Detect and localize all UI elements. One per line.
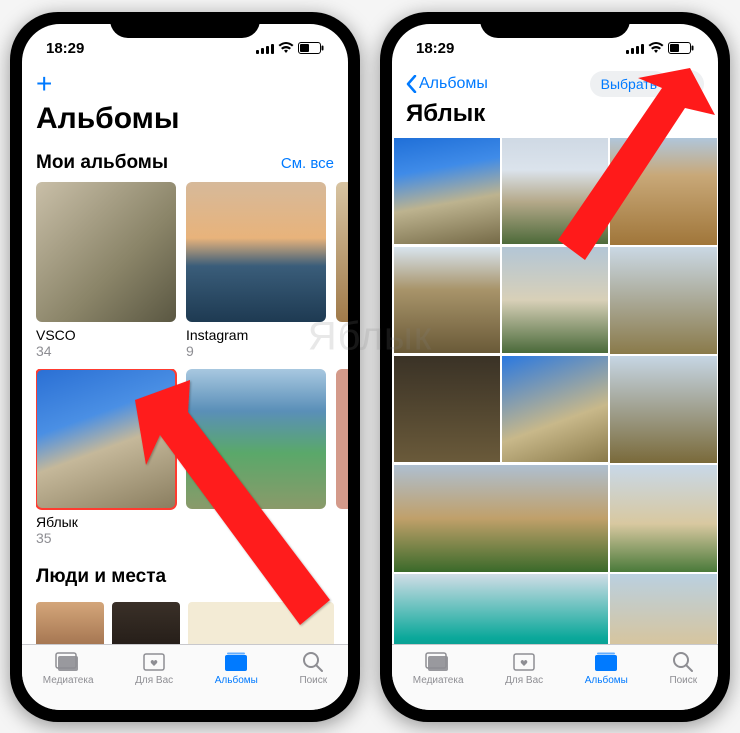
- album-thumb: [336, 182, 348, 322]
- tab-label: Медиатека: [43, 675, 94, 686]
- tab-label: Альбомы: [215, 675, 258, 686]
- photo-grid: [392, 138, 718, 644]
- add-button[interactable]: +: [36, 70, 52, 98]
- tab-label: Для Вас: [505, 675, 543, 686]
- tab-label: Альбомы: [585, 675, 628, 686]
- album-thumb: [36, 182, 176, 322]
- album-thumb: [336, 369, 348, 509]
- section-header-people: Люди и места: [36, 560, 348, 596]
- photo-library-icon: [425, 651, 451, 673]
- ellipsis-icon: [683, 82, 697, 86]
- albums-icon: [593, 651, 619, 673]
- phone-right: 18:29 Альбомы Выбрать: [380, 12, 730, 722]
- tab-label: Поиск: [299, 675, 327, 686]
- heart-icon: [141, 651, 167, 673]
- status-time: 18:29: [416, 40, 454, 57]
- tab-library[interactable]: Медиатека: [413, 651, 464, 686]
- tab-search[interactable]: Поиск: [299, 651, 327, 686]
- album-name: Instagram: [186, 327, 326, 343]
- nav-bar: Альбомы Выбрать: [392, 64, 718, 100]
- back-label: Альбомы: [419, 75, 488, 93]
- wifi-icon: [648, 42, 664, 54]
- album-yablyk[interactable]: Яблык 35: [36, 369, 176, 546]
- section-header-my-albums: Мои альбомы См. все: [36, 146, 348, 182]
- album-partial[interactable]: [336, 182, 348, 359]
- signal-icon: [626, 43, 644, 54]
- album-row-2: Яблык 35: [36, 369, 348, 546]
- tab-for-you[interactable]: Для Вас: [135, 651, 173, 686]
- tab-library[interactable]: Медиатека: [43, 651, 94, 686]
- photo-thumb[interactable]: [394, 247, 500, 353]
- album-count: 35: [36, 530, 176, 546]
- tab-bar: Медиатека Для Вас Альбомы Поиск: [392, 644, 718, 710]
- tab-label: Поиск: [669, 675, 697, 686]
- battery-icon: [298, 42, 324, 54]
- status-icons: [256, 42, 324, 54]
- album-thumb: [186, 369, 326, 509]
- people-row: [36, 602, 348, 644]
- photo-thumb[interactable]: [502, 247, 608, 353]
- search-icon: [300, 651, 326, 673]
- tab-search[interactable]: Поиск: [669, 651, 697, 686]
- photo-thumb[interactable]: [394, 574, 608, 644]
- section-title: Люди и места: [36, 566, 166, 588]
- photo-thumb[interactable]: [394, 356, 500, 462]
- search-icon: [670, 651, 696, 673]
- phone-left: 18:29 + Альбомы Мои альбомы См. все: [10, 12, 360, 722]
- photo-grid-container[interactable]: [392, 138, 718, 644]
- album-partial[interactable]: [336, 369, 348, 546]
- albums-icon: [223, 651, 249, 673]
- album-river[interactable]: [186, 369, 326, 546]
- photo-thumb[interactable]: [610, 247, 717, 354]
- photo-thumb[interactable]: [502, 356, 608, 462]
- album-vsco[interactable]: VSCO 34: [36, 182, 176, 359]
- photo-thumb[interactable]: [394, 138, 500, 244]
- tab-label: Медиатека: [413, 675, 464, 686]
- person-thumb[interactable]: [36, 602, 104, 644]
- photo-thumb[interactable]: [394, 465, 608, 572]
- tab-bar: Медиатека Для Вас Альбомы Поиск: [22, 644, 348, 710]
- places-map-thumb[interactable]: [188, 602, 334, 644]
- photo-thumb[interactable]: [502, 138, 608, 244]
- wifi-icon: [278, 42, 294, 54]
- album-count: 9: [186, 343, 326, 359]
- content[interactable]: Мои альбомы См. все VSCO 34 Instagram 9: [22, 146, 348, 644]
- photo-library-icon: [55, 651, 81, 673]
- heart-icon: [511, 651, 537, 673]
- nav-actions: Выбрать: [590, 70, 704, 98]
- select-button[interactable]: Выбрать: [590, 71, 668, 97]
- album-thumb: [186, 182, 326, 322]
- see-all-link[interactable]: См. все: [281, 155, 334, 172]
- tab-label: Для Вас: [135, 675, 173, 686]
- photo-thumb[interactable]: [610, 465, 717, 572]
- album-instagram[interactable]: Instagram 9: [186, 182, 326, 359]
- tab-albums[interactable]: Альбомы: [585, 651, 628, 686]
- album-thumb-highlighted: [36, 369, 176, 509]
- album-count: 34: [36, 343, 176, 359]
- page-title: Альбомы: [22, 100, 348, 146]
- nav-bar: +: [22, 64, 348, 100]
- section-title: Мои альбомы: [36, 152, 168, 174]
- photo-thumb[interactable]: [610, 356, 717, 463]
- album-name: VSCO: [36, 327, 176, 343]
- notch: [480, 12, 630, 38]
- back-button[interactable]: Альбомы: [406, 75, 488, 93]
- screen-left: 18:29 + Альбомы Мои альбомы См. все: [22, 24, 348, 710]
- notch: [110, 12, 260, 38]
- album-name: Яблык: [36, 514, 176, 530]
- tab-for-you[interactable]: Для Вас: [505, 651, 543, 686]
- album-title: Яблык: [392, 100, 718, 138]
- tab-albums[interactable]: Альбомы: [215, 651, 258, 686]
- person-thumb[interactable]: [112, 602, 180, 644]
- signal-icon: [256, 43, 274, 54]
- photo-thumb[interactable]: [610, 574, 717, 644]
- chevron-left-icon: [406, 75, 417, 93]
- photo-thumb[interactable]: [610, 138, 717, 245]
- battery-icon: [668, 42, 694, 54]
- album-row-1: VSCO 34 Instagram 9: [36, 182, 348, 359]
- more-button[interactable]: [676, 70, 704, 98]
- status-time: 18:29: [46, 40, 84, 57]
- screen-right: 18:29 Альбомы Выбрать: [392, 24, 718, 710]
- status-icons: [626, 42, 694, 54]
